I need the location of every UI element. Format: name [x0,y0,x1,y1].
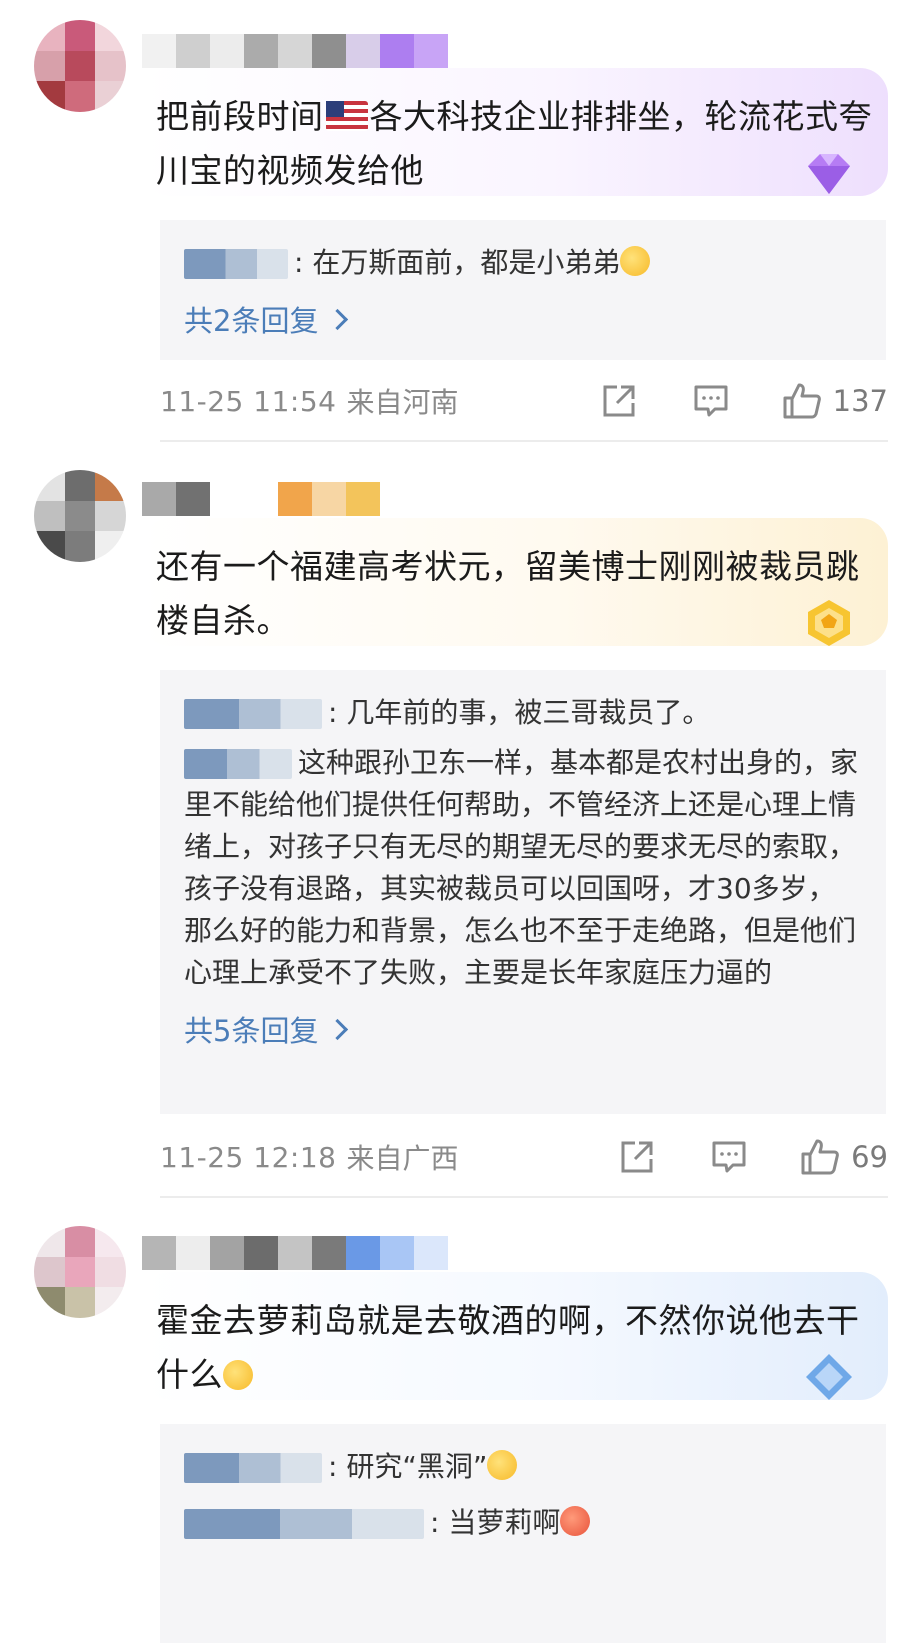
reply-item[interactable]: : 几年前的事，被三哥裁员了。 [184,692,862,734]
divider [160,440,888,442]
reply-section: : 研究“黑洞” : 当萝莉啊 [160,1424,886,1643]
comment-icon[interactable] [691,381,731,421]
share-icon[interactable] [599,381,639,421]
diamond-badge-icon [808,154,850,194]
comment-bubble: 还有一个福建高考状元，留美博士刚刚被裁员跳楼自杀。 [142,518,888,646]
embarrassed-emoji-icon [487,1450,518,1480]
username-blurred[interactable] [142,34,448,68]
reply-section: : 几年前的事，被三哥裁员了。 这种跟孙卫东一样，基本都是农村出身的，家里不能给… [160,670,886,1114]
chevron-right-icon [327,1018,349,1040]
reply-username-blurred [184,749,292,779]
like-icon[interactable] [781,380,823,422]
avatar[interactable] [34,470,126,562]
location: 来自河南 [346,386,459,419]
more-replies-link[interactable]: 共5条回复 [184,1008,862,1050]
laugh-cry-emoji-icon [620,246,651,276]
timestamp: 11-25 12:18 [160,1140,337,1174]
reply-username-blurred [184,249,288,279]
comment-text: 把前段时间 各大科技企业排排坐，轮流花式夸川宝的视频发给他 [156,97,872,190]
comment-meta: 11-25 12:18 来自广西 69 [160,1132,888,1182]
comment-text: 还有一个福建高考状元，留美博士刚刚被裁员跳楼自杀。 [156,547,860,640]
reply-item[interactable]: : 在万斯面前，都是小弟弟 [184,242,862,284]
timestamp: 11-25 11:54 [160,384,337,418]
reply-username-blurred [184,699,322,729]
comment-bubble: 把前段时间 各大科技企业排排坐，轮流花式夸川宝的视频发给他 [142,68,888,196]
chevron-right-icon [327,308,349,330]
reply-item[interactable]: 这种跟孙卫东一样，基本都是农村出身的，家里不能给他们提供任何帮助，不管经济上还是… [184,742,862,994]
avatar[interactable] [34,1226,126,1318]
username-blurred[interactable] [142,482,380,516]
reply-username-blurred [184,1453,322,1483]
like-icon[interactable] [799,1136,841,1178]
us-flag-icon [325,101,368,131]
avatar[interactable] [34,20,126,112]
reply-item[interactable]: : 研究“黑洞” [184,1446,862,1488]
share-icon[interactable] [617,1137,657,1177]
comment-bubble: 霍金去萝莉岛就是去敬酒的啊，不然你说他去干什么 [142,1272,888,1400]
grin-emoji-icon [560,1506,591,1536]
comment-icon[interactable] [709,1137,749,1177]
comment-text: 霍金去萝莉岛就是去敬酒的啊，不然你说他去干什么 [156,1301,860,1394]
more-replies-link[interactable]: 共2条回复 [184,298,862,340]
comment-meta: 11-25 11:54 来自河南 137 [160,376,888,426]
thinking-emoji-icon [223,1360,253,1390]
reply-section: : 在万斯面前，都是小弟弟 共2条回复 [160,220,886,360]
location: 来自广西 [346,1142,459,1175]
divider [160,1196,888,1198]
reply-item[interactable]: : 当萝莉啊 [184,1502,862,1544]
like-count: 137 [832,384,888,418]
reply-username-blurred [184,1509,424,1539]
like-count: 69 [851,1140,888,1174]
username-blurred[interactable] [142,1236,448,1270]
crown-badge-icon [808,600,850,646]
diamond-badge-icon [806,1354,852,1400]
